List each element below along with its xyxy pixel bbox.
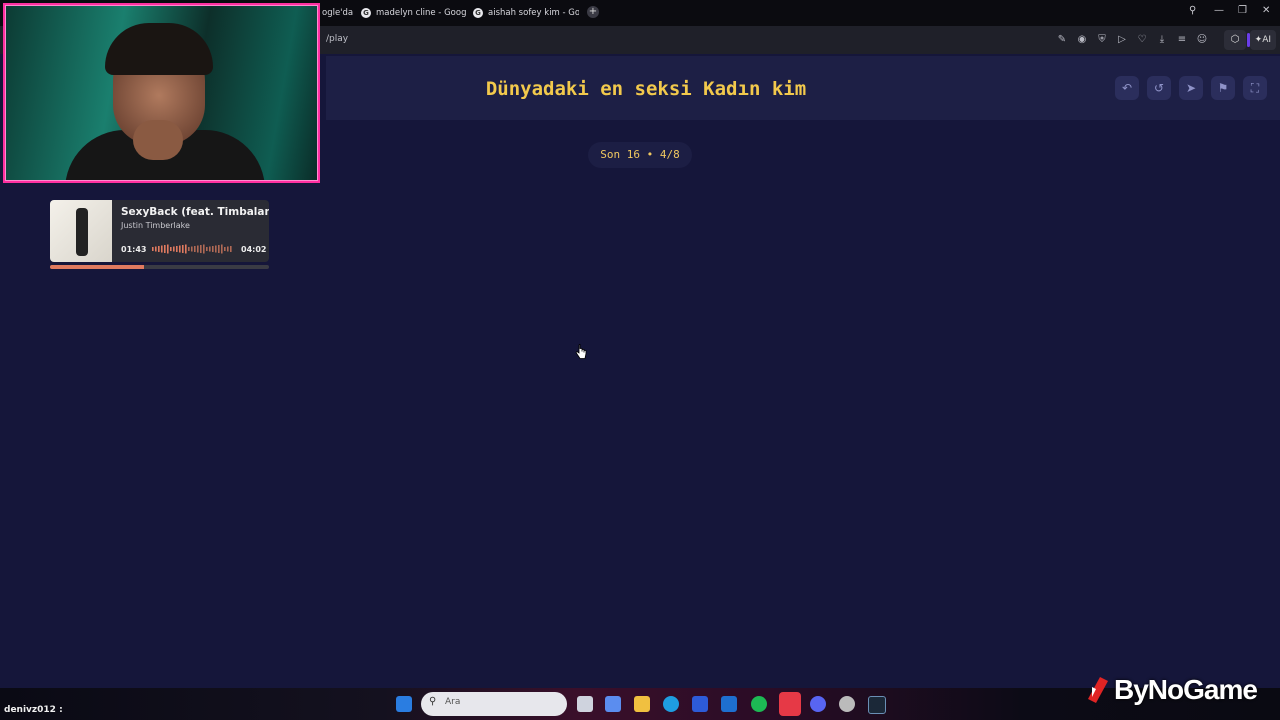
profile-icon[interactable]: ☺ [1196, 34, 1208, 46]
watermark-text: ByNoGame [1114, 674, 1258, 705]
taskbar-search[interactable]: ⚲ Ara [421, 692, 567, 716]
waveform-bar [167, 244, 169, 254]
track-artist: Justin Timberlake [121, 221, 190, 230]
waveform-bar [227, 246, 229, 252]
camera-icon[interactable]: ◉ [1076, 34, 1088, 46]
search-icon: ⚲ [429, 696, 437, 707]
webcam-hair [105, 23, 213, 75]
waveform-bar [164, 245, 166, 253]
shield-icon[interactable]: ⛨ [1096, 34, 1108, 46]
waveform-bar [194, 246, 196, 252]
waveform-bar [152, 247, 154, 251]
waveform-bar [176, 246, 178, 252]
tab-label: aishah sofey kim - Google'da [488, 8, 579, 18]
waveform-bar [191, 246, 193, 252]
edit-icon[interactable]: ✎ [1056, 34, 1068, 46]
track-progress-fill [50, 265, 145, 269]
tab-aishah-sofey-kim[interactable]: G aishah sofey kim - Google'da [473, 4, 579, 22]
url-field[interactable]: /play [326, 34, 348, 44]
obs-icon[interactable] [839, 696, 855, 712]
spotify-icon[interactable] [751, 696, 767, 712]
waveform-bar [179, 245, 181, 253]
waveform-bar [200, 245, 202, 253]
waveform-bar [212, 246, 214, 252]
page-title: Dünyadaki en seksi Kadın kim [485, 78, 807, 100]
bynogame-watermark: ByNoGame [1086, 670, 1258, 710]
search-tabs-icon[interactable]: ⚲ [1189, 5, 1196, 16]
send-icon[interactable]: ➤ [1179, 76, 1203, 100]
fullscreen-icon[interactable]: ⛶ [1243, 76, 1267, 100]
waveform-bar [224, 247, 226, 251]
google-icon: G [473, 8, 483, 18]
track-title: SexyBack (feat. Timbaland) [121, 206, 269, 218]
menu-icon[interactable]: ≡ [1176, 34, 1188, 46]
page-header: Dünyadaki en seksi Kadın kim ↶ ↺ ➤ ⚑ ⛶ [326, 56, 1280, 120]
tab-madelyn-cline[interactable]: G madelyn cline - Google'da [361, 4, 467, 22]
store-icon[interactable] [692, 696, 708, 712]
waveform-bar [209, 246, 211, 252]
waveform-bar [161, 245, 163, 253]
webcam-body [65, 130, 265, 181]
steam-icon[interactable] [868, 696, 886, 714]
task-view-icon[interactable] [577, 696, 593, 712]
file-explorer-icon[interactable] [634, 696, 650, 712]
windows-start-icon[interactable] [396, 696, 412, 712]
elapsed-time: 01:43 [121, 245, 147, 254]
search-placeholder: Ara [445, 697, 461, 707]
bynogame-logo-icon [1088, 677, 1108, 703]
waveform-bar [173, 246, 175, 252]
waveform-bar [158, 246, 160, 252]
ai-button[interactable]: ✦AI [1249, 30, 1276, 50]
webcam-hand [133, 120, 183, 160]
track-progress-bar [50, 265, 269, 269]
waveform-bar [197, 245, 199, 253]
waveform-bar [188, 247, 190, 251]
discord-icon[interactable] [810, 696, 826, 712]
close-icon[interactable]: ✕ [1262, 5, 1270, 16]
mail-icon[interactable] [721, 696, 737, 712]
share-icon[interactable]: ↺ [1147, 76, 1171, 100]
webcam-overlay [3, 3, 320, 183]
waveform-bar [155, 246, 157, 252]
waveform [152, 244, 232, 254]
album-cover [50, 200, 112, 262]
webcam-face [113, 35, 205, 145]
hand-cursor-icon [575, 344, 587, 359]
waveform-bar [203, 244, 205, 254]
minimize-icon[interactable]: — [1214, 5, 1224, 16]
track-duration: 04:02 [241, 245, 267, 254]
edge-icon[interactable] [663, 696, 679, 712]
extensions-icon[interactable]: ⬡ [1224, 30, 1246, 50]
waveform-bar [218, 245, 220, 253]
tab-label: madelyn cline - Google'da [376, 8, 467, 18]
waveform-bar [185, 244, 187, 254]
new-tab-button[interactable]: + [587, 6, 599, 18]
download-icon[interactable]: ⤓ [1156, 34, 1168, 46]
waveform-bar [170, 247, 172, 251]
opera-icon[interactable] [779, 692, 801, 716]
waveform-bar [221, 244, 223, 254]
tab-google-search-1[interactable]: ogle'da [322, 4, 356, 22]
widgets-icon[interactable] [605, 696, 621, 712]
tab-label: ogle'da [322, 8, 354, 18]
round-indicator: Son 16 • 4/8 [588, 142, 692, 168]
flag-icon[interactable]: ⚑ [1211, 76, 1235, 100]
user-tag: denivz012 : [4, 705, 63, 715]
waveform-bar [182, 245, 184, 253]
play-icon[interactable]: ▷ [1116, 34, 1128, 46]
now-playing-widget: SexyBack (feat. Timbaland) Justin Timber… [50, 200, 269, 262]
google-icon: G [361, 8, 371, 18]
restore-icon[interactable]: ❐ [1238, 5, 1247, 16]
waveform-bar [230, 246, 232, 252]
waveform-bar [215, 245, 217, 253]
ai-label: AI [1262, 35, 1271, 45]
undo-icon[interactable]: ↶ [1115, 76, 1139, 100]
heart-icon[interactable]: ♡ [1136, 34, 1148, 46]
waveform-bar [206, 247, 208, 251]
